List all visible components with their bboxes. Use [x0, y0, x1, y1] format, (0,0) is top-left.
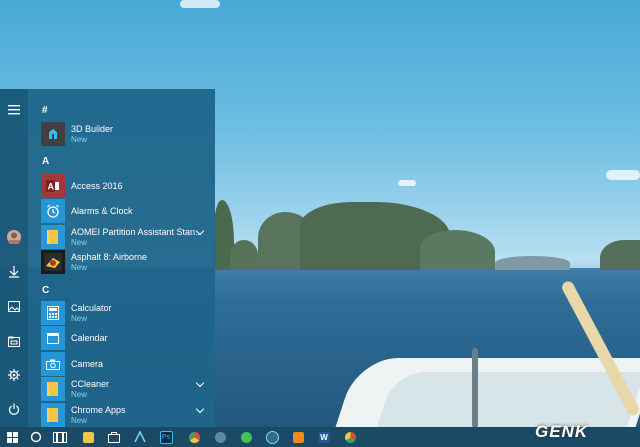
3d-builder-icon — [41, 122, 65, 146]
camera-icon — [41, 352, 65, 376]
calendar-icon — [41, 326, 65, 350]
new-badge: New — [71, 314, 88, 323]
app-name: Chrome Apps — [71, 405, 126, 415]
app-ccleaner[interactable]: CCleaner New — [41, 377, 215, 401]
photoshop-icon[interactable]: Ps — [154, 427, 178, 447]
settings-gear-icon[interactable] — [0, 360, 28, 390]
new-badge: New — [71, 416, 88, 425]
app-name: CCleaner — [71, 379, 110, 389]
new-badge: New — [71, 135, 88, 144]
app-camera[interactable]: Camera — [41, 352, 215, 376]
new-badge: New — [71, 263, 88, 272]
cloud — [180, 0, 220, 8]
boat-deck — [375, 372, 640, 432]
calculator-icon — [41, 301, 65, 325]
island — [230, 240, 258, 270]
app-3d-builder[interactable]: 3D Builder New — [41, 122, 215, 146]
app-calendar[interactable]: Calendar — [41, 326, 215, 350]
hamburger-menu-icon[interactable] — [0, 95, 28, 125]
app-name: Camera — [71, 359, 104, 369]
task-view-icon[interactable] — [48, 427, 72, 447]
folder-icon — [41, 377, 65, 401]
store-icon[interactable] — [102, 427, 126, 447]
section-header-a[interactable]: A — [42, 156, 49, 167]
alarm-clock-icon — [41, 199, 65, 223]
start-menu: # 3D Builder New A A Access 2016 Alarms … — [0, 89, 215, 427]
app-calculator[interactable]: Calculator New — [41, 301, 215, 325]
app-aomei-partition-assistant[interactable]: AOMEI Partition Assistant Stan... New — [41, 225, 215, 249]
whatsapp-icon[interactable] — [234, 427, 258, 447]
island — [600, 240, 640, 270]
word-icon[interactable]: W — [312, 427, 336, 447]
folder-icon — [41, 225, 65, 249]
chrome-icon[interactable] — [338, 427, 362, 447]
new-badge: New — [71, 390, 88, 399]
section-header-hash[interactable]: # — [42, 105, 48, 116]
app-name: 3D Builder — [71, 124, 114, 134]
app-name: AOMEI Partition Assistant Stan... — [71, 227, 199, 237]
island — [495, 256, 570, 270]
windows-logo-icon — [6, 431, 18, 443]
cloud — [398, 180, 416, 186]
new-badge: New — [71, 238, 88, 247]
app-alarms-clock[interactable]: Alarms & Clock — [41, 199, 215, 223]
app-icon[interactable] — [128, 427, 152, 447]
app-icon[interactable] — [260, 427, 284, 447]
start-left-rail — [0, 89, 28, 427]
access-icon: A — [41, 174, 65, 198]
folder-icon — [41, 403, 65, 427]
app-name: Calculator — [71, 303, 112, 313]
user-avatar[interactable] — [0, 222, 28, 252]
all-apps-list: # 3D Builder New A A Access 2016 Alarms … — [28, 89, 215, 427]
downloads-icon[interactable] — [0, 257, 28, 287]
file-explorer-icon[interactable] — [0, 326, 28, 356]
app-name: Access 2016 — [71, 181, 123, 191]
chrome-like-icon[interactable] — [182, 427, 206, 447]
pictures-icon[interactable] — [0, 291, 28, 321]
media-player-icon[interactable] — [286, 427, 310, 447]
genk-watermark: GENK — [535, 422, 589, 441]
power-icon[interactable] — [0, 394, 28, 424]
app-access-2016[interactable]: A Access 2016 — [41, 174, 215, 198]
app-name: Asphalt 8: Airborne — [71, 252, 148, 262]
app-chrome-apps[interactable]: Chrome Apps New — [41, 403, 215, 427]
island — [420, 230, 495, 270]
app-asphalt-8[interactable]: Asphalt 8: Airborne New — [41, 250, 215, 274]
file-explorer-icon[interactable] — [76, 427, 100, 447]
app-name: Calendar — [71, 333, 108, 343]
cortana-search-icon[interactable] — [24, 427, 48, 447]
boat-rail — [472, 348, 478, 428]
app-icon[interactable] — [208, 427, 232, 447]
section-header-c[interactable]: C — [42, 285, 49, 296]
start-button[interactable] — [0, 427, 24, 447]
cloud — [606, 170, 640, 180]
app-name: Alarms & Clock — [71, 206, 133, 216]
asphalt-game-icon — [41, 250, 65, 274]
svg-text:A: A — [48, 182, 55, 192]
